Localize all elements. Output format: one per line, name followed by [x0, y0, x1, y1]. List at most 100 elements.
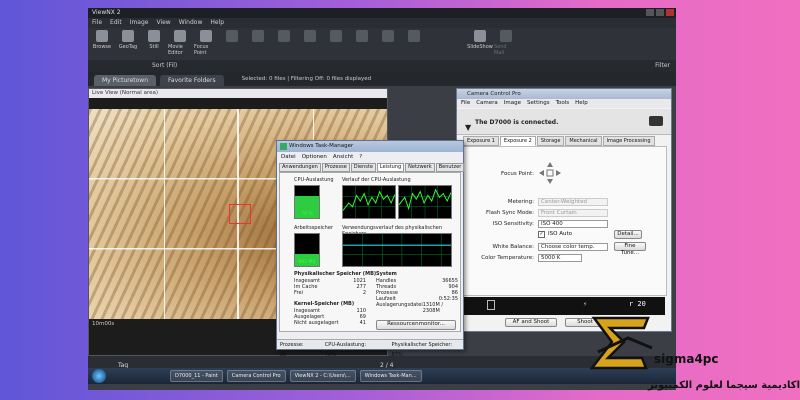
- tm-menu-optionen[interactable]: Optionen: [302, 153, 327, 162]
- minimize-icon[interactable]: [646, 9, 654, 16]
- tm-performance-panel: CPU-Auslastung Verlauf der CPU-Auslastun…: [279, 172, 461, 332]
- tab-netzwerk[interactable]: Netzwerk: [405, 163, 435, 172]
- iso-auto-checkbox[interactable]: ✓: [538, 231, 545, 238]
- color-temp-label: Color Temperature:: [481, 255, 534, 261]
- taskbar-item-task-manager[interactable]: Windows Task-Man...: [359, 370, 422, 382]
- sigma4pc-logo: sigma4pc اكاديمية سيجما لعلوم الكمبيوتر: [588, 308, 800, 400]
- toolbar-button[interactable]: [272, 30, 296, 58]
- send-mail-button[interactable]: Send Mail: [494, 30, 518, 58]
- af-point-marker[interactable]: [229, 204, 251, 224]
- menu-window[interactable]: Window: [179, 18, 203, 28]
- still-button[interactable]: Still: [142, 30, 166, 58]
- stat-label: Frei: [294, 290, 303, 296]
- grid-line: [163, 109, 165, 319]
- toolbar-button[interactable]: [350, 30, 374, 58]
- tab-storage[interactable]: Storage: [536, 136, 565, 146]
- ccp-menu-file[interactable]: File: [461, 99, 470, 108]
- toolbar-button[interactable]: [324, 30, 348, 58]
- memory-meter-text: 892 MB: [298, 260, 316, 265]
- ccp-menu-camera[interactable]: Camera: [476, 99, 498, 108]
- menu-view[interactable]: View: [156, 18, 170, 28]
- status-cpu: CPU-Auslastung: 70%: [324, 342, 367, 358]
- focus-point-button[interactable]: Focus Point: [194, 30, 218, 58]
- live-view-title: Live View (Normal area): [89, 89, 387, 98]
- tab-anwendungen[interactable]: Anwendungen: [279, 163, 321, 172]
- tm-title: Windows Task-Manager: [277, 141, 463, 152]
- tab-exposure-2[interactable]: Exposure 2: [499, 136, 536, 146]
- menu-image[interactable]: Image: [130, 18, 149, 28]
- movie-editor-button[interactable]: Movie Editor: [168, 30, 192, 58]
- iso-select[interactable]: ISO 400: [538, 220, 608, 228]
- status-processes: Prozesse: 86: [280, 342, 304, 358]
- taskbar-item-camera-control[interactable]: Camera Control Pro: [226, 370, 286, 382]
- ccp-menu-help[interactable]: Help: [575, 99, 588, 108]
- white-balance-select[interactable]: Choose color temp.: [538, 243, 608, 251]
- flash-sync-select[interactable]: Front Curtain: [538, 209, 608, 217]
- tab-dienste[interactable]: Dienste: [350, 163, 376, 172]
- tab-image-processing[interactable]: Image Processing: [602, 136, 655, 146]
- tab-benutzer[interactable]: Benutzer: [435, 163, 465, 172]
- tab-prozesse[interactable]: Prozesse: [321, 163, 350, 172]
- tab-favorite-folders[interactable]: Favorite Folders: [160, 75, 224, 86]
- tm-menu-datei[interactable]: Datei: [281, 153, 296, 162]
- toolbar-button[interactable]: [298, 30, 322, 58]
- af-and-shoot-button[interactable]: AF and Shoot: [505, 318, 557, 327]
- tm-statusbar: Prozesse: 86 CPU-Auslastung: 70% Physika…: [277, 339, 463, 358]
- sort-dropdown[interactable]: Sort (Fil): [152, 62, 177, 69]
- tab-my-picturetown[interactable]: My Picturetown: [94, 75, 157, 86]
- stat-value: 2: [362, 290, 366, 296]
- tab-leistung[interactable]: Leistung: [376, 163, 405, 172]
- filter-button[interactable]: Filter: [655, 60, 670, 72]
- stat-value: 41: [359, 320, 366, 326]
- movie-editor-icon: [174, 30, 186, 42]
- menu-file[interactable]: File: [92, 18, 102, 28]
- ccp-menu-image[interactable]: Image: [504, 99, 521, 108]
- start-button-icon[interactable]: [92, 369, 106, 383]
- metering-select[interactable]: Center-Weighted: [538, 198, 608, 206]
- viewnx-tabs: My Picturetown Favorite Folders Selected…: [88, 72, 676, 86]
- close-icon[interactable]: [666, 9, 674, 16]
- toolbar-button[interactable]: [246, 30, 270, 58]
- detail-button[interactable]: Detail...: [614, 230, 642, 239]
- toolbar-button[interactable]: [220, 30, 244, 58]
- color-temp-select[interactable]: 5000 K: [538, 254, 582, 262]
- taskbar-item-paint[interactable]: D7000_11 - Paint: [170, 370, 223, 382]
- kernel-memory-header: Kernel-Speicher (MB): [294, 301, 355, 307]
- iso-label: ISO Sensitivity:: [492, 221, 534, 227]
- focus-point-label: Focus Point:: [501, 171, 534, 177]
- tm-menu-ansicht[interactable]: Ansicht: [333, 153, 353, 162]
- task-manager-window: Windows Task-Manager Datei Optionen Ansi…: [276, 140, 465, 358]
- menu-help[interactable]: Help: [210, 18, 224, 28]
- ccp-menu-tools[interactable]: Tools: [556, 99, 570, 108]
- geotag-button[interactable]: GeoTag: [116, 30, 140, 58]
- kernel-memory-table: Insgesamt 110 Ausgelagert 69 Nicht ausgelage…: [294, 308, 366, 326]
- browse-button[interactable]: Browse: [90, 30, 114, 58]
- stat-label: Nicht ausgelagert: [294, 320, 339, 326]
- focus-point-selector[interactable]: [538, 161, 562, 185]
- fine-tune-button[interactable]: Fine Tune...: [614, 242, 646, 256]
- logo-arabic-tagline: اكاديمية سيجما لعلوم الكمبيوتر: [648, 380, 800, 391]
- stat-row: Auslagerungsdatei 1310M / 2308M: [376, 302, 458, 314]
- flash-icon: ⚡: [583, 300, 588, 308]
- tm-menu-help[interactable]: ?: [359, 153, 362, 162]
- collapse-caret-icon[interactable]: ▼: [465, 123, 471, 132]
- tab-exposure-1[interactable]: Exposure 1: [463, 136, 499, 146]
- tool-icon: [408, 30, 420, 42]
- browse-icon: [96, 30, 108, 42]
- flash-sync-label: Flash Sync Mode:: [485, 210, 534, 216]
- taskbar-item-viewnx[interactable]: ViewNX 2 - C:\Users\...: [289, 370, 356, 382]
- send-mail-icon: [500, 30, 512, 42]
- viewnx-toolbar: Browse GeoTag Still Movie Editor Focus P…: [88, 28, 676, 60]
- tab-mechanical[interactable]: Mechanical: [565, 136, 602, 146]
- toolbar-button[interactable]: [376, 30, 400, 58]
- toolbar-button[interactable]: [402, 30, 426, 58]
- tool-icon: [304, 30, 316, 42]
- maximize-icon[interactable]: [656, 9, 664, 16]
- stat-row: Frei 2: [294, 290, 366, 296]
- resource-monitor-button[interactable]: Ressourcenmonitor...: [376, 320, 456, 330]
- slideshow-button[interactable]: SlideShow: [467, 30, 493, 58]
- ccp-menu-settings[interactable]: Settings: [527, 99, 550, 108]
- tool-icon: [278, 30, 290, 42]
- cpu-meter-text: 70 %: [301, 212, 313, 217]
- menu-edit[interactable]: Edit: [110, 18, 122, 28]
